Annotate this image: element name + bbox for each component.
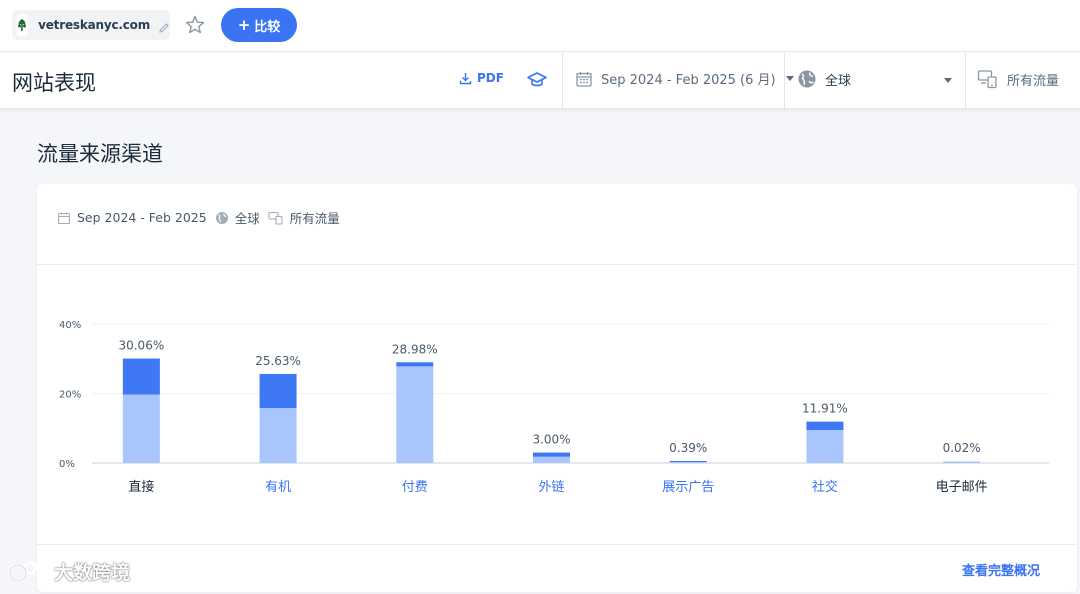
data-label: 28.98%	[392, 342, 438, 356]
data-label: 3.00%	[532, 433, 570, 447]
page-title: 网站表现	[12, 71, 96, 95]
bar-segment	[259, 408, 297, 463]
bar-segment	[533, 456, 570, 463]
chevron-down-icon[interactable]	[944, 78, 952, 83]
y-tick-label: 0%	[59, 459, 75, 470]
pencil-icon[interactable]	[158, 19, 170, 33]
calendar-icon	[576, 71, 592, 87]
y-tick-label: 40%	[59, 320, 81, 331]
bar-segment	[806, 421, 844, 430]
bar-segment	[396, 362, 434, 367]
category-label: 付费	[402, 480, 428, 495]
watermark-text: 大数跨境	[54, 562, 131, 584]
compare-label: 比较	[254, 19, 281, 35]
bar-segment	[122, 394, 160, 463]
data-label: 0.39%	[669, 441, 707, 455]
devices-icon	[977, 70, 997, 89]
category-label: 直接	[128, 479, 154, 495]
site-chip[interactable]: vetreskanyc.com	[12, 10, 170, 40]
view-full-overview-link[interactable]: 查看完整概况	[962, 560, 1040, 579]
data-label: 0.02%	[943, 441, 981, 455]
header-divider	[965, 53, 966, 109]
data-label: 11.91%	[802, 402, 848, 416]
pdf-download-button[interactable]: PDF	[459, 71, 504, 85]
traffic-type-selector[interactable]: 所有流量	[977, 69, 1059, 89]
compare-button[interactable]: + 比较	[221, 8, 297, 42]
bar-segment	[122, 358, 160, 395]
bar-segment	[806, 429, 844, 463]
top-bar: vetreskanyc.com + 比较	[0, 0, 1080, 52]
y-tick-label: 20%	[59, 390, 81, 401]
section-title: 流量来源渠道	[37, 142, 163, 166]
date-range-label: Sep 2024 - Feb 2025 (6 月)	[601, 73, 776, 88]
site-name: vetreskanyc.com	[38, 18, 150, 32]
card-divider	[37, 544, 1077, 545]
bar-segment	[943, 461, 981, 463]
date-range-selector[interactable]: Sep 2024 - Feb 2025 (6 月)	[575, 69, 794, 88]
bar-segment	[533, 452, 570, 457]
traffic-channel-bar-chart: 0% 20% 40% 30.06% 直接 25.63% 有机 28.98% 付费 3.00% 外链 0…	[59, 320, 1049, 495]
category-label: 电子邮件	[936, 480, 988, 495]
traffic-label: 所有流量	[1007, 73, 1060, 89]
watermark-logo-icon	[8, 561, 46, 582]
graduation-cap-icon[interactable]	[526, 69, 548, 95]
header-bar: 网站表现 PDF Sep 2024 - Feb 2025 (6 月) 全球 所有…	[0, 53, 1080, 109]
leaf-favicon-icon	[16, 14, 29, 36]
bar-segment	[669, 460, 707, 462]
star-icon[interactable]	[184, 14, 206, 36]
region-selector[interactable]: 全球	[797, 69, 851, 89]
bar-segment	[396, 366, 434, 463]
globe-icon	[798, 70, 816, 88]
category-label: 社交	[812, 479, 838, 495]
pdf-label: PDF	[477, 71, 504, 85]
chevron-down-icon	[785, 76, 794, 81]
data-label: 25.63%	[255, 354, 301, 368]
traffic-channels-card: Sep 2024 - Feb 2025 全球 所有流量 0% 20% 40% 30.0…	[37, 184, 1077, 592]
category-label: 外链	[538, 480, 564, 495]
watermark: 大数跨境	[8, 558, 130, 585]
category-label: 展示广告	[662, 480, 714, 495]
header-divider	[784, 53, 785, 109]
bar-segment	[259, 373, 297, 409]
plus-icon: +	[237, 16, 251, 34]
download-icon	[459, 72, 472, 84]
region-label: 全球	[825, 73, 852, 89]
header-divider	[562, 53, 563, 109]
data-label: 30.06%	[118, 339, 164, 353]
category-label: 有机	[265, 480, 291, 495]
